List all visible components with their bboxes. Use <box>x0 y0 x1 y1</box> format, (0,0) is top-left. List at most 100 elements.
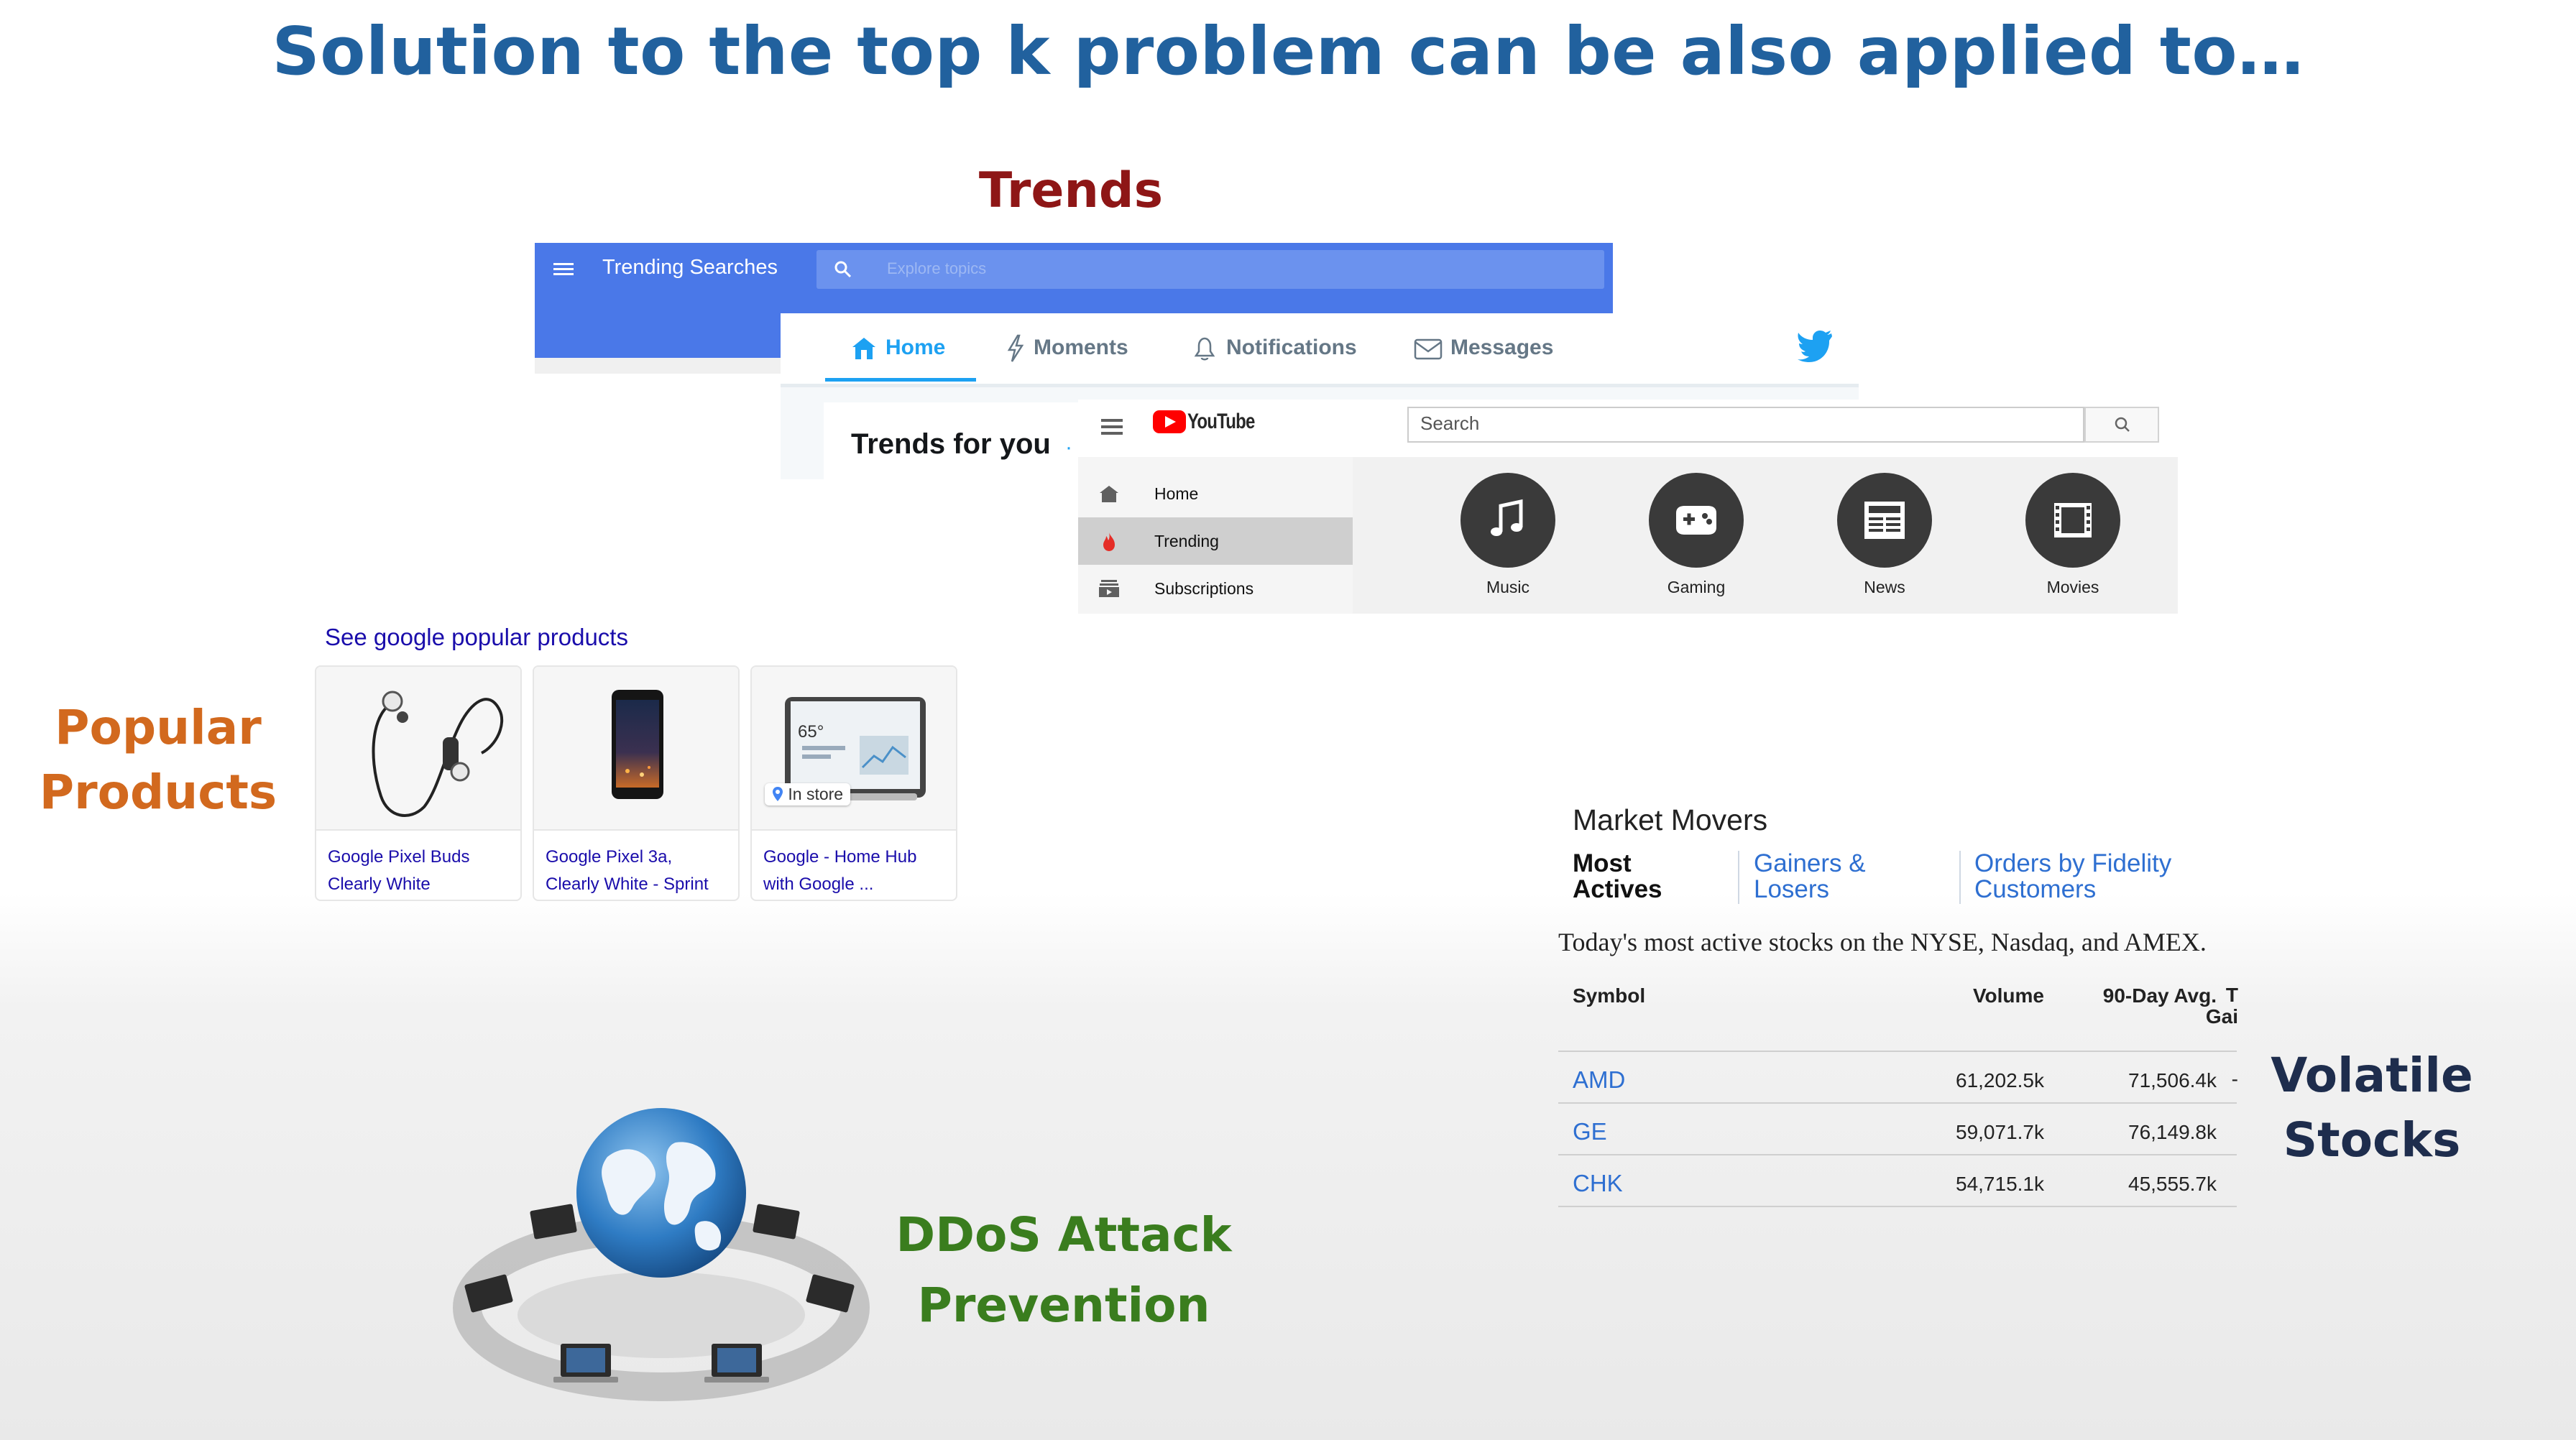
twitter-bird-icon[interactable] <box>1797 329 1833 362</box>
product-name-line2: Clearly White <box>328 874 431 894</box>
product-card[interactable]: 65° In store Google - Home Hub with Goog… <box>750 665 957 901</box>
tab-most-actives-line2: Actives <box>1573 875 1662 903</box>
google-trends-title: Trending Searches <box>602 256 778 279</box>
stock-symbol-link[interactable]: GE <box>1573 1118 1607 1145</box>
popular-products-label-line1: Popular <box>55 700 262 755</box>
product-image: 65° <box>752 667 956 831</box>
sidebar-item-subscriptions[interactable]: Subscriptions <box>1078 565 1353 612</box>
product-image <box>316 667 520 831</box>
in-store-label: In store <box>788 785 844 803</box>
home-icon <box>1100 486 1118 502</box>
gamepad-icon <box>1676 506 1716 535</box>
active-tab-indicator <box>825 378 976 382</box>
stock-90day-avg: 76,149.8k <box>2128 1121 2217 1143</box>
in-store-badge: In store <box>765 783 851 806</box>
youtube-menu-icon[interactable] <box>1101 415 1123 435</box>
sidebar-item-subscriptions-label: Subscriptions <box>1154 579 1254 598</box>
stock-volume: 61,202.5k <box>1956 1069 2044 1091</box>
category-movies-label: Movies <box>2046 578 2099 596</box>
category-gaming[interactable]: Gaming <box>1639 473 1754 597</box>
sidebar-item-home-label: Home <box>1154 484 1199 503</box>
location-pin-icon <box>773 787 783 801</box>
tab-home-label: Home <box>886 336 946 359</box>
category-news[interactable]: News <box>1827 473 1942 597</box>
product-card[interactable]: Google Pixel Buds Clearly White <box>315 665 522 901</box>
youtube-search-input[interactable] <box>1407 407 2084 443</box>
tab-divider <box>1959 851 1961 904</box>
sidebar-item-home[interactable]: Home <box>1078 470 1353 517</box>
tab-messages-label: Messages <box>1450 336 1554 359</box>
newspaper-icon <box>1864 502 1905 539</box>
search-icon[interactable] <box>832 259 854 280</box>
subscriptions-icon <box>1099 580 1119 597</box>
youtube-play-icon <box>1153 410 1186 433</box>
category-music[interactable]: Music <box>1450 473 1565 597</box>
stock-cut-value: - <box>2231 1068 2238 1090</box>
column-header-cut-line2: Gai <box>2205 1005 2238 1028</box>
stock-volume: 54,715.1k <box>1956 1173 2044 1195</box>
trends-label: Trends <box>978 162 1164 219</box>
stock-symbol-link[interactable]: AMD <box>1573 1066 1625 1094</box>
tab-moments[interactable]: Moments <box>1005 331 1128 365</box>
tab-divider <box>1738 851 1739 904</box>
product-name-line1: Google Pixel 3a, <box>546 847 673 867</box>
home-hub-temperature: 65° <box>798 722 824 742</box>
google-trends-search-placeholder: Explore topics <box>887 259 987 277</box>
column-header-volume[interactable]: Volume <box>1973 984 2044 1007</box>
table-bottom-border <box>1558 1206 2237 1207</box>
column-header-cut[interactable]: T Gai <box>2206 984 2238 1028</box>
youtube-logo-text: YouTube <box>1187 410 1255 433</box>
popular-products-label-line2: Products <box>39 765 277 820</box>
trends-separator: · <box>1065 435 1072 459</box>
table-row: AMD 61,202.5k 71,506.4k - <box>1558 1051 2238 1104</box>
category-gaming-label: Gaming <box>1667 578 1726 596</box>
tab-orders-by-fidelity[interactable]: Orders by Fidelity Customers <box>1974 851 2171 903</box>
youtube-search-placeholder: Search <box>1420 412 1480 434</box>
google-trends-shadow <box>535 358 781 374</box>
google-products-header[interactable]: See google popular products <box>325 624 628 651</box>
stock-symbol-link[interactable]: CHK <box>1573 1170 1623 1197</box>
tab-moments-label: Moments <box>1034 336 1128 359</box>
tab-orders-by-fidelity-line1: Orders by Fidelity <box>1974 849 2172 877</box>
google-trends-header-lower <box>535 313 781 358</box>
column-header-90day-avg[interactable]: 90-Day Avg. <box>2103 984 2217 1007</box>
tab-most-actives-line1: Most <box>1573 849 1632 877</box>
film-icon <box>2054 503 2092 537</box>
market-movers-title: Market Movers <box>1573 803 1768 836</box>
search-icon <box>2115 417 2130 432</box>
stock-90day-avg: 45,555.7k <box>2128 1173 2217 1195</box>
category-music-label: Music <box>1486 578 1530 596</box>
phone-image <box>612 690 663 799</box>
tab-messages[interactable]: Messages <box>1413 331 1553 365</box>
music-note-icon <box>1491 499 1523 536</box>
column-header-symbol[interactable]: Symbol <box>1573 984 1645 1007</box>
product-name-line2: with Google ... <box>763 874 874 894</box>
category-movies[interactable]: Movies <box>2015 473 2130 597</box>
product-name-line1: Google Pixel Buds <box>328 847 470 867</box>
product-card[interactable]: Google Pixel 3a, Clearly White - Sprint <box>533 665 740 901</box>
hamburger-menu-icon[interactable] <box>553 260 574 277</box>
product-name: Google Pixel Buds Clearly White <box>328 844 515 898</box>
market-movers-description: Today's most active stocks on the NYSE, … <box>1558 928 2207 956</box>
table-row: CHK 54,715.1k 45,555.7k <box>1558 1154 2237 1207</box>
network-globe-illustration <box>453 1108 870 1401</box>
tab-home[interactable]: Home <box>850 331 945 365</box>
popular-products-label: Popular Products <box>29 696 288 825</box>
tab-most-actives[interactable]: Most Actives <box>1573 851 1662 903</box>
tab-gainers-losers[interactable]: Gainers & Losers <box>1754 851 1866 903</box>
lightning-icon <box>1007 334 1024 362</box>
ddos-label: DDoS Attack Prevention <box>884 1200 1243 1341</box>
youtube-logo[interactable]: YouTube <box>1153 410 1271 438</box>
sidebar-item-trending[interactable]: Trending <box>1078 517 1353 565</box>
home-icon <box>852 338 875 360</box>
slide-title: Solution to the top k problem can be als… <box>272 13 2304 90</box>
product-name: Google - Home Hub with Google ... <box>763 844 950 898</box>
youtube-search-button[interactable] <box>2084 407 2159 443</box>
trends-for-you-heading: Trends for you <box>851 428 1051 460</box>
stock-90day-avg: 71,506.4k <box>2128 1069 2217 1091</box>
product-name: Google Pixel 3a, Clearly White - Sprint <box>546 844 732 898</box>
tab-notifications-label: Notifications <box>1226 336 1357 359</box>
stock-volume: 59,071.7k <box>1956 1121 2044 1143</box>
product-name-line2: Clearly White - Sprint <box>546 874 709 894</box>
tab-notifications[interactable]: Notifications <box>1190 331 1357 365</box>
